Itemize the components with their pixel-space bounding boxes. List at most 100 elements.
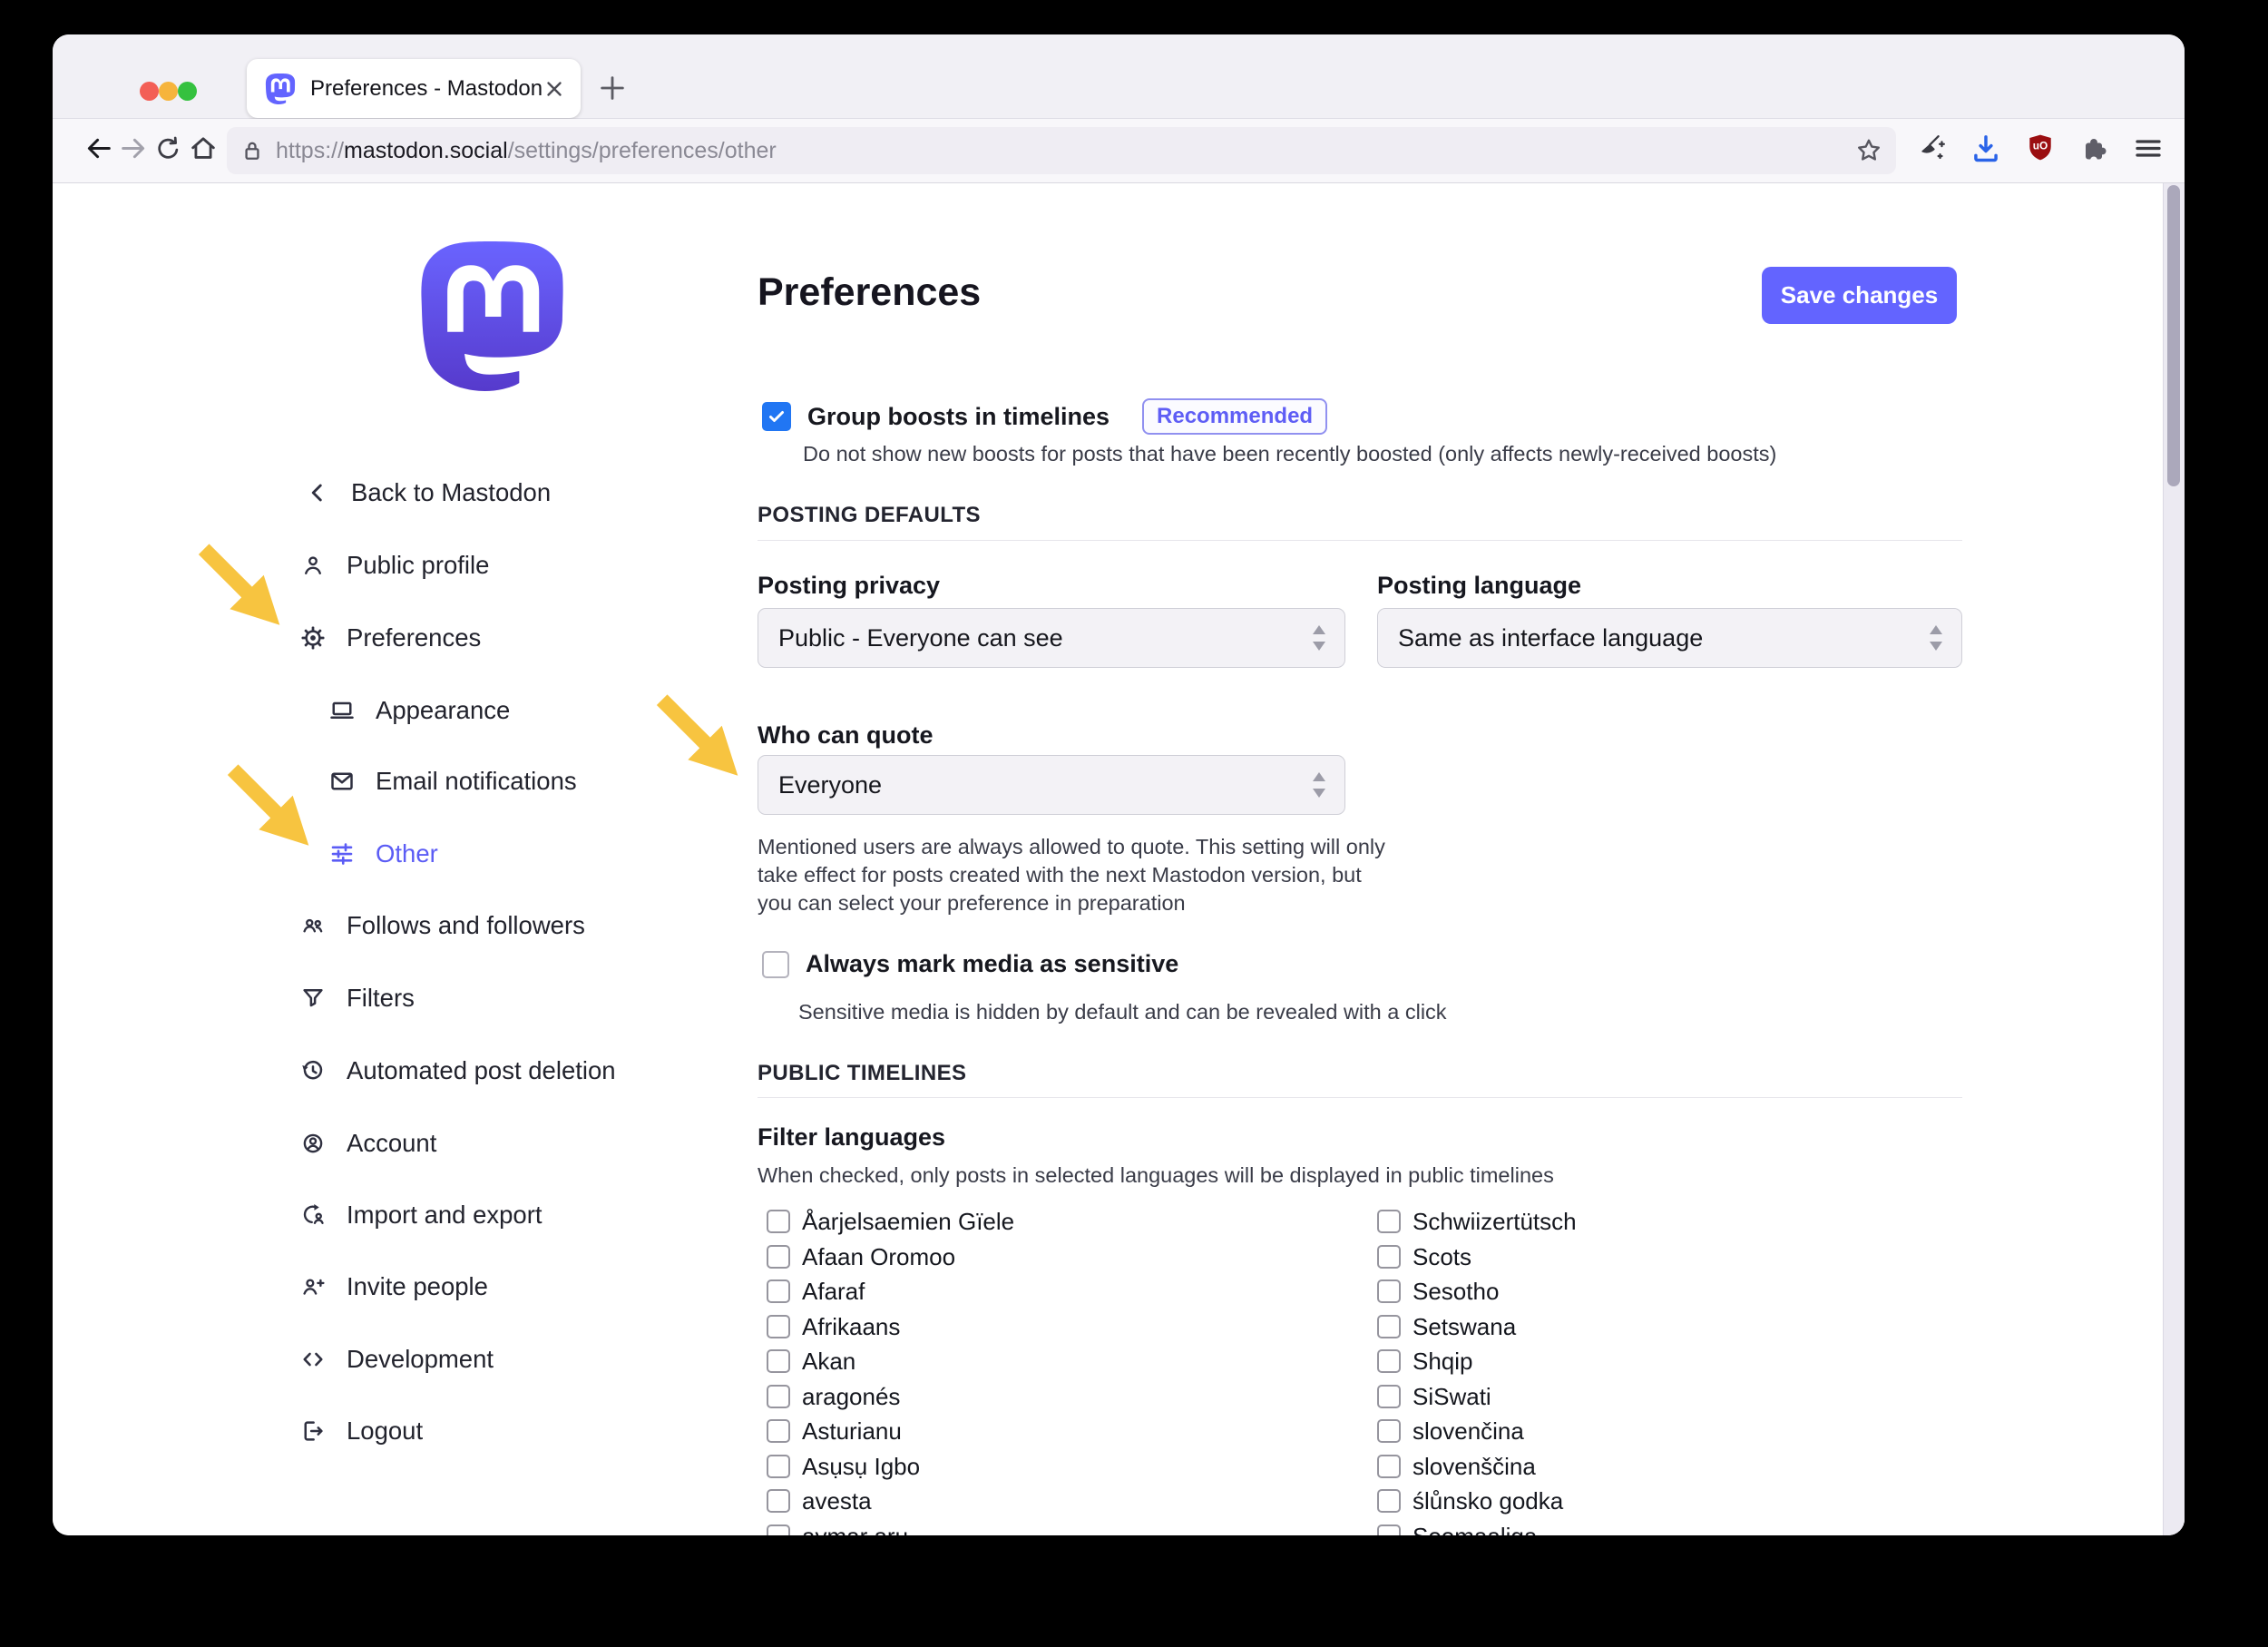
scrollbar-thumb[interactable] (2167, 185, 2180, 486)
posting-privacy-value: Public - Everyone can see (778, 624, 1310, 652)
language-label: Afrikaans (802, 1313, 900, 1341)
sidebar-item-label: Logout (347, 1417, 423, 1446)
minimize-window-button[interactable] (159, 82, 178, 101)
forward-button[interactable] (118, 133, 149, 169)
mastodon-favicon-icon (265, 74, 296, 104)
language-checkbox[interactable] (1377, 1455, 1401, 1478)
posting-language-select[interactable]: Same as interface language (1377, 608, 1962, 668)
language-label: aragonés (802, 1383, 900, 1411)
fullscreen-window-button[interactable] (178, 82, 197, 101)
history-clock-icon (299, 1057, 327, 1084)
who-can-quote-select[interactable]: Everyone (758, 755, 1345, 815)
language-label: Afaraf (802, 1278, 865, 1306)
language-checkbox[interactable] (1377, 1489, 1401, 1513)
account-circle-icon (299, 1130, 327, 1157)
sidebar-item-label: Preferences (347, 623, 481, 652)
language-checkbox[interactable] (1377, 1385, 1401, 1408)
language-checkbox[interactable] (767, 1524, 790, 1535)
new-tab-button[interactable] (597, 73, 628, 103)
section-public-timelines: PUBLIC TIMELINES (758, 1061, 966, 1086)
language-checkbox[interactable] (767, 1489, 790, 1513)
sidebar-item-filters[interactable]: Filters (299, 978, 415, 1018)
language-label: Soomaaliga (1413, 1523, 1537, 1536)
posting-privacy-label: Posting privacy (758, 572, 940, 600)
posting-privacy-select[interactable]: Public - Everyone can see (758, 608, 1345, 668)
home-button[interactable] (188, 133, 219, 169)
language-checkbox[interactable] (767, 1385, 790, 1408)
browser-tab[interactable]: Preferences - Mastodon (247, 59, 581, 118)
sidebar-item-preferences[interactable]: Preferences (299, 618, 481, 658)
tab-close-icon[interactable] (543, 77, 566, 101)
sidebar-item-import-and-export[interactable]: Import and export (299, 1195, 543, 1235)
group-boosts-checkbox[interactable] (762, 402, 791, 431)
language-checkbox[interactable] (767, 1349, 790, 1373)
language-checkbox[interactable] (1377, 1349, 1401, 1373)
language-option: Schwiizertütsch (1377, 1209, 1577, 1234)
sidebar-item-development[interactable]: Development (299, 1339, 494, 1379)
language-checkbox[interactable] (767, 1279, 790, 1303)
sensitive-checkbox[interactable] (762, 951, 789, 978)
clear-cache-extension-icon[interactable] (1915, 132, 1950, 171)
sidebar-back-to-mastodon[interactable]: Back to Mastodon (304, 473, 551, 513)
svg-text:uO: uO (2033, 139, 2048, 152)
recommended-badge: Recommended (1142, 398, 1327, 435)
language-option: SiSwati (1377, 1384, 1491, 1409)
reload-button[interactable] (153, 133, 183, 168)
lock-icon (240, 138, 265, 163)
sidebar-item-public-profile[interactable]: Public profile (299, 545, 489, 585)
divider (758, 1097, 1962, 1098)
language-checkbox[interactable] (767, 1245, 790, 1269)
page-content: Back to Mastodon Public profile Preferen… (53, 183, 2185, 1535)
language-checkbox[interactable] (1377, 1315, 1401, 1338)
language-label: avesta (802, 1487, 872, 1515)
url-host: mastodon.social (344, 138, 508, 163)
language-label: Setswana (1413, 1313, 1516, 1341)
bookmark-star-icon[interactable] (1854, 136, 1883, 165)
page-scrollbar[interactable] (2163, 183, 2185, 1535)
language-option: Akan (767, 1348, 855, 1374)
back-button[interactable] (83, 133, 114, 169)
language-checkbox[interactable] (1377, 1419, 1401, 1443)
language-label: slovenčina (1413, 1417, 1524, 1446)
people-group-icon (299, 912, 327, 939)
extensions-puzzle-icon[interactable] (2077, 132, 2110, 170)
language-checkbox[interactable] (1377, 1210, 1401, 1233)
url-bar[interactable]: https://mastodon.social/settings/prefere… (227, 127, 1896, 174)
sidebar-item-email-notifications[interactable]: Email notifications (328, 761, 577, 801)
url-text: https://mastodon.social/settings/prefere… (276, 138, 1854, 164)
funnel-icon (299, 985, 327, 1012)
language-checkbox[interactable] (767, 1419, 790, 1443)
sidebar-item-label: Back to Mastodon (351, 478, 551, 507)
language-checkbox[interactable] (1377, 1279, 1401, 1303)
posting-language-value: Same as interface language (1398, 624, 1927, 652)
language-label: ślůnsko godka (1413, 1487, 1563, 1515)
language-label: Schwiizertütsch (1413, 1208, 1577, 1236)
sidebar-item-other[interactable]: Other (328, 834, 438, 874)
sidebar-item-invite-people[interactable]: Invite people (299, 1267, 488, 1307)
sidebar-item-account[interactable]: Account (299, 1123, 436, 1163)
chevron-left-icon (304, 479, 331, 506)
language-option: Soomaaliga (1377, 1524, 1537, 1535)
browser-window: Preferences - Mastodon https://mastodon.… (53, 34, 2185, 1535)
browser-toolbar: https://mastodon.social/settings/prefere… (53, 119, 2185, 183)
language-option: Åarjelsaemien Gïele (767, 1209, 1014, 1234)
language-checkbox[interactable] (1377, 1245, 1401, 1269)
sidebar-item-logout[interactable]: Logout (299, 1411, 423, 1451)
sidebar-item-appearance[interactable]: Appearance (328, 691, 510, 730)
language-checkbox[interactable] (767, 1315, 790, 1338)
language-checkbox[interactable] (767, 1455, 790, 1478)
who-can-quote-value: Everyone (778, 771, 1310, 799)
close-window-button[interactable] (140, 82, 159, 101)
download-icon[interactable] (1969, 132, 2003, 171)
save-changes-button[interactable]: Save changes (1762, 267, 1957, 324)
sidebar-item-follows-and-followers[interactable]: Follows and followers (299, 906, 585, 946)
menu-hamburger-icon[interactable] (2132, 132, 2165, 170)
language-checkbox[interactable] (767, 1210, 790, 1233)
language-label: Sesotho (1413, 1278, 1499, 1306)
ublock-origin-icon[interactable]: uO (2023, 132, 2058, 171)
sidebar-item-label: Account (347, 1129, 436, 1158)
sidebar-item-automated-post-deletion[interactable]: Automated post deletion (299, 1051, 616, 1091)
logout-icon (299, 1417, 327, 1445)
who-can-quote-label: Who can quote (758, 721, 933, 750)
language-checkbox[interactable] (1377, 1524, 1401, 1535)
